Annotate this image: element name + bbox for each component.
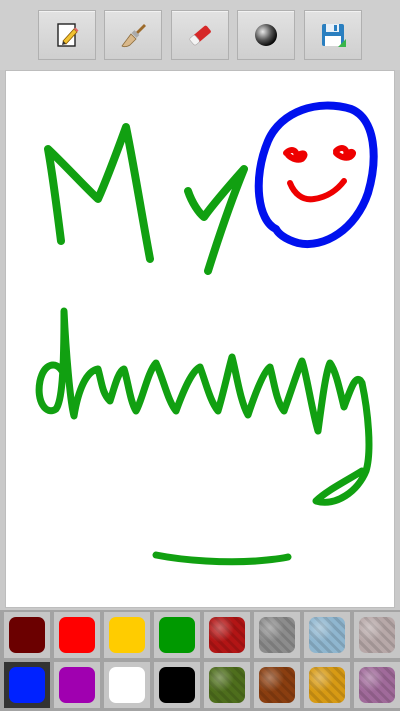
swatch-red[interactable] <box>54 612 100 658</box>
brush-icon <box>121 24 146 48</box>
swatch-green[interactable] <box>154 612 200 658</box>
drawing-stroke-smile <box>287 178 347 203</box>
swatch-color <box>109 667 145 703</box>
swatch-color <box>309 667 345 703</box>
swatch-color <box>109 617 145 653</box>
swatch-black[interactable] <box>154 662 200 708</box>
swatch-blue[interactable] <box>4 662 50 708</box>
save-floppy-icon <box>322 24 346 47</box>
swatch-marble-texture[interactable] <box>354 612 400 658</box>
drawing-stroke-letter-m <box>44 123 154 263</box>
swatch-color <box>159 617 195 653</box>
swatch-sky-texture[interactable] <box>304 612 350 658</box>
swatch-dark-red[interactable] <box>4 612 50 658</box>
swatch-color <box>309 617 345 653</box>
swatch-color <box>209 667 245 703</box>
color-palette <box>0 610 400 711</box>
drawing-stroke-circle <box>254 101 378 248</box>
drawing-stroke-left-eye <box>283 147 308 163</box>
swatch-color <box>59 617 95 653</box>
swatch-yellow[interactable] <box>104 612 150 658</box>
swatch-gold-texture[interactable] <box>304 662 350 708</box>
swatch-color <box>259 617 295 653</box>
swatch-color <box>259 667 295 703</box>
swatch-leaf-texture[interactable] <box>204 662 250 708</box>
swatch-purple-texture[interactable] <box>354 662 400 708</box>
swatch-color <box>9 617 45 653</box>
swatch-red-texture[interactable] <box>204 612 250 658</box>
swatch-color <box>9 667 45 703</box>
drawing-stroke-underline <box>152 551 292 566</box>
swatch-wood-texture[interactable] <box>254 662 300 708</box>
drawing-canvas[interactable] <box>6 71 394 607</box>
drawing-stroke-word <box>35 307 373 506</box>
save-button[interactable] <box>304 10 362 60</box>
brush-size-button[interactable] <box>237 10 295 60</box>
new-document-pencil-icon <box>57 23 79 47</box>
swatch-color <box>209 617 245 653</box>
brush-size-circle-icon <box>255 24 277 46</box>
new-drawing-button[interactable] <box>38 10 96 60</box>
swatch-stone-texture[interactable] <box>254 612 300 658</box>
brush-tool-button[interactable] <box>104 10 162 60</box>
eraser-tool-button[interactable] <box>171 10 229 60</box>
swatch-purple[interactable] <box>54 662 100 708</box>
swatch-white[interactable] <box>104 662 150 708</box>
swatch-color <box>359 667 395 703</box>
toolbar <box>0 0 400 70</box>
swatch-color <box>359 617 395 653</box>
swatch-color <box>59 667 95 703</box>
drawing-stroke-right-eye <box>333 145 356 161</box>
swatch-color <box>159 667 195 703</box>
drawing-stroke-letter-y <box>184 165 248 275</box>
eraser-icon <box>189 25 211 46</box>
